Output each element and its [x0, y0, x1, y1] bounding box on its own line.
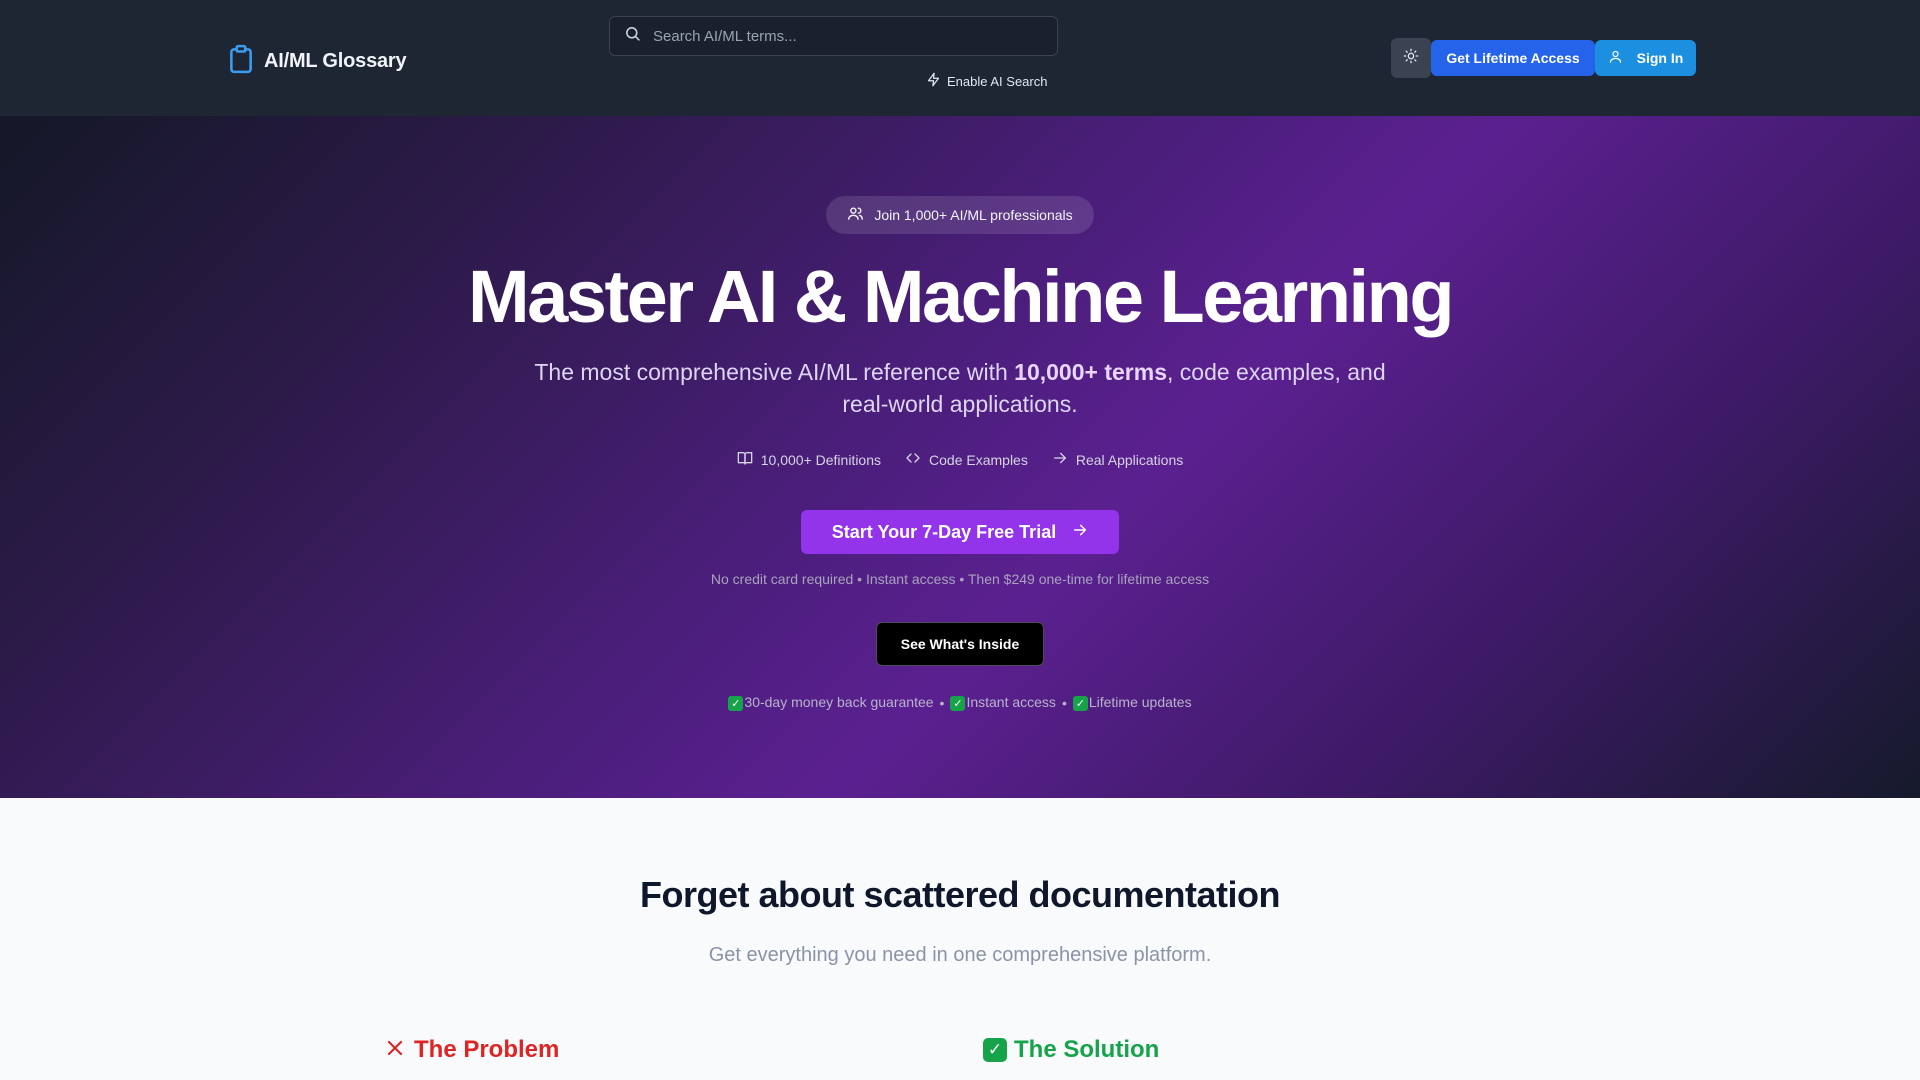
top-header: AI/ML Glossary Enable AI Search Get Life…	[0, 0, 1920, 116]
x-icon	[386, 1036, 404, 1064]
separator: •	[1061, 694, 1067, 711]
feature-label: 10,000+ Definitions	[760, 451, 882, 468]
enable-ai-search-button[interactable]: Enable AI Search	[926, 72, 1047, 90]
section-subtitle: Get everything you need in one comprehen…	[708, 944, 1212, 966]
problem-heading: The Problem	[386, 1036, 559, 1064]
feature-item: Code Examples	[905, 450, 1028, 469]
guarantee-label: 30-day money back guarantee	[744, 694, 934, 710]
solution-heading: ✓ The Solution	[983, 1036, 1159, 1064]
hero-subtitle: The most comprehensive AI/ML reference w…	[520, 356, 1400, 420]
guarantee-item: ✓ Instant access	[950, 694, 1056, 711]
feature-list: 10,000+ Definitions Code Examples Real A…	[0, 450, 1920, 469]
cta-label: Start Your 7-Day Free Trial	[831, 521, 1057, 542]
guarantee-label: Lifetime updates	[1088, 694, 1192, 710]
arrow-right-icon	[1072, 522, 1088, 543]
guarantee-list: ✓ 30-day money back guarantee • ✓ Instant …	[0, 694, 1920, 711]
search-input[interactable]	[653, 27, 1033, 45]
book-icon	[737, 450, 753, 469]
check-box-icon: ✓	[983, 1038, 1007, 1062]
social-proof-badge: Join 1,000+ AI/ML professionals	[826, 196, 1094, 234]
theme-toggle-button[interactable]	[1391, 38, 1431, 78]
subtitle-text: The most comprehensive AI/ML reference w…	[534, 359, 1015, 385]
guarantee-label: Instant access	[966, 694, 1056, 710]
ai-search-label: Enable AI Search	[947, 73, 1048, 89]
sun-icon	[1403, 48, 1419, 69]
guarantee-item: ✓ 30-day money back guarantee	[728, 694, 934, 711]
fine-print: No credit card required • Instant access…	[710, 571, 1210, 587]
guarantee-item: ✓ Lifetime updates	[1072, 694, 1192, 711]
subtitle-highlight: 10,000+ terms	[1014, 359, 1167, 385]
solution-label: The Solution	[1014, 1036, 1160, 1063]
users-icon	[847, 205, 864, 225]
feature-item: Real Applications	[1052, 450, 1183, 469]
feature-label: Real Applications	[1075, 451, 1184, 468]
user-icon	[1608, 49, 1623, 67]
separator: •	[939, 694, 945, 711]
clipboard-icon	[228, 44, 254, 79]
sign-in-button[interactable]: Sign In	[1595, 40, 1696, 76]
check-box-icon: ✓	[1072, 696, 1088, 711]
problem-label: The Problem	[414, 1036, 560, 1063]
check-box-icon: ✓	[728, 696, 744, 711]
arrow-right-icon	[1052, 450, 1068, 469]
badge-text: Join 1,000+ AI/ML professionals	[874, 207, 1073, 223]
logo-text: AI/ML Glossary	[264, 50, 407, 72]
feature-item: 10,000+ Definitions	[737, 450, 881, 469]
hero-section: Join 1,000+ AI/ML professionals Master A…	[0, 116, 1920, 798]
get-lifetime-access-button[interactable]: Get Lifetime Access	[1431, 40, 1595, 76]
search-box[interactable]	[609, 16, 1058, 56]
search-icon	[624, 25, 641, 47]
logo[interactable]: AI/ML Glossary	[228, 44, 407, 79]
hero-title: Master AI & Machine Learning	[467, 255, 1455, 338]
sign-in-label: Sign In	[1636, 50, 1684, 66]
check-box-icon: ✓	[950, 696, 966, 711]
code-icon	[905, 450, 921, 469]
lightning-icon	[926, 72, 941, 90]
section-title: Forget about scattered documentation	[639, 874, 1281, 915]
start-free-trial-button[interactable]: Start Your 7-Day Free Trial	[801, 510, 1119, 554]
see-whats-inside-button[interactable]: See What's Inside	[876, 622, 1044, 666]
feature-label: Code Examples	[929, 451, 1028, 468]
